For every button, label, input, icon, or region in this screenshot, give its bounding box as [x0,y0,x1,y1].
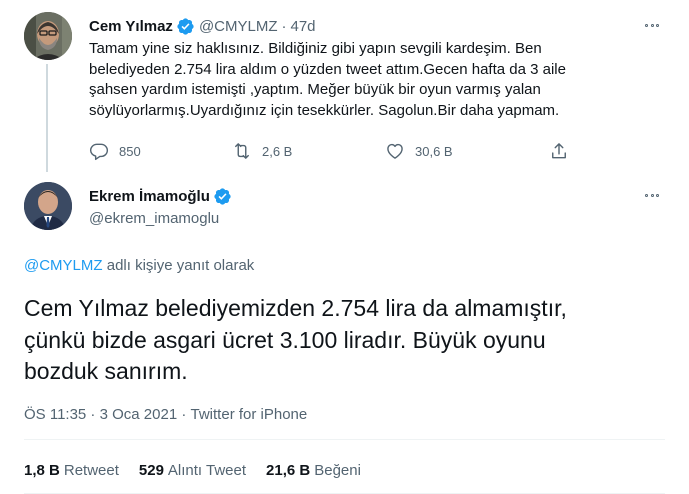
avatar-photo [24,12,72,60]
tweet-header: Ekrem İmamoğlu [89,185,236,207]
author-handle[interactable]: @CMYLMZ [199,18,278,35]
author-name[interactable]: Cem Yılmaz [89,18,173,35]
author-handle[interactable]: @ekrem_imamoglu [89,210,219,227]
like-icon [387,143,403,159]
like-count: 30,6 B [415,143,453,159]
tweet-time[interactable]: ÖS 11:35 [24,406,86,423]
verified-badge-icon [214,187,231,205]
tweet-text: Cem Yılmaz belediyemizden 2.754 lira da … [24,295,567,384]
separator-dot: · [86,406,100,423]
tweet-source[interactable]: Twitter for iPhone [191,406,308,423]
tweet-text: Tamam yine siz haklısınız. Bildiğiniz gi… [89,40,566,119]
reply-to-label: adlı kişiye yanıt olarak [102,257,255,274]
tweet-meta: ÖS 11:35 · 3 Oca 2021 · Twitter for iPho… [24,406,307,423]
more-icon[interactable] [641,16,663,34]
reply-button[interactable]: 850 [89,140,141,162]
more-icon[interactable] [641,186,663,204]
retweet-count: 2,6 B [262,143,293,159]
share-icon [552,143,566,159]
parent-tweet[interactable]: Cem Yılmaz @CMYLMZ · 47d Tamam yine siz … [0,0,689,172]
tweet-actions: 850 2,6 B 30,6 B [89,140,589,162]
author-name[interactable]: Ekrem İmamoğlu [89,188,210,205]
quotes-stat[interactable]: 529 Alıntı Tweet [139,462,246,479]
tweet-date[interactable]: 3 Oca 2021 [100,406,178,423]
like-button[interactable]: 30,6 B [385,140,453,162]
retweets-stat[interactable]: 1,8 B Retweet [24,462,119,479]
avatar[interactable] [24,182,72,230]
separator-dot: · [177,406,191,423]
quotes-count: 529 [138,462,164,479]
likes-label: Beğeni [314,462,361,479]
retweet-icon [235,143,249,159]
thread-connector-line [46,64,48,172]
likes-count: 21,6 B [266,462,311,479]
avatar[interactable] [24,12,72,60]
retweet-button[interactable]: 2,6 B [232,140,292,162]
reply-to-link[interactable]: @CMYLMZ [24,257,103,274]
divider [24,439,665,440]
likes-stat[interactable]: 21,6 B Beğeni [266,462,361,479]
tweet-stats: 1,8 B Retweet 529 Alıntı Tweet 21,6 B Beğen… [24,462,381,479]
tweet-header: Cem Yılmaz @CMYLMZ · 47d [89,16,316,36]
reply-count: 850 [119,143,141,159]
share-button[interactable] [549,140,579,162]
reply-context: @CMYLMZ adlı kişiye yanıt olarak [24,257,254,274]
reply-icon [89,143,109,161]
retweets-label: Retweet [63,462,119,479]
quotes-label: Alıntı Tweet [167,462,247,479]
avatar-photo [24,182,72,230]
retweets-count: 1,8 B [24,462,60,479]
tweet-time[interactable]: 47d [291,18,316,35]
verified-badge-icon [177,17,194,35]
separator-dot: · [281,17,287,35]
